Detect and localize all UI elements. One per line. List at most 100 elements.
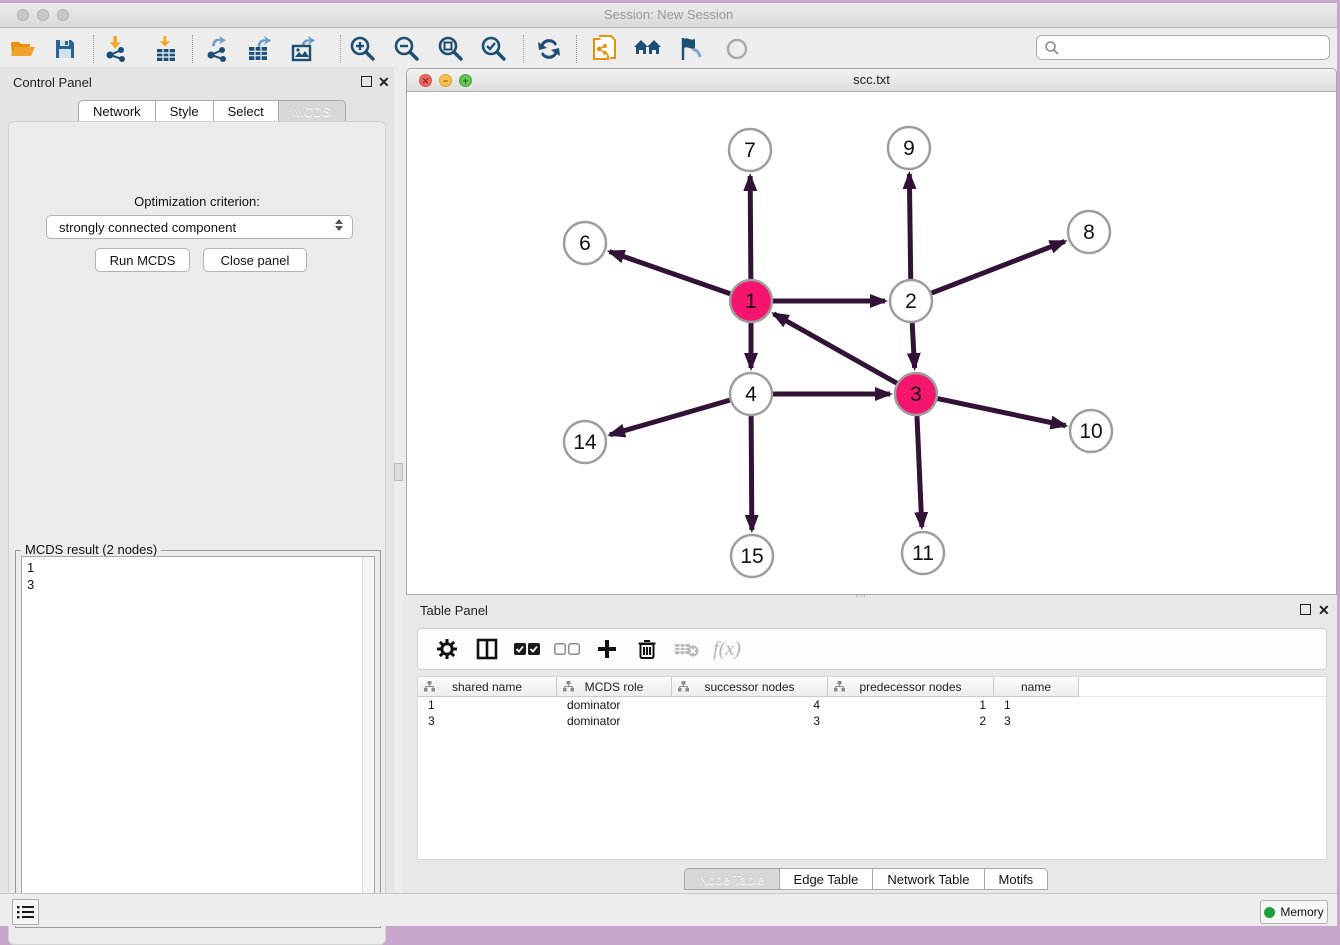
graph-node-15[interactable]: 15 (731, 535, 773, 577)
mcds-result-group: MCDS result (2 nodes) 13 (15, 550, 381, 928)
result-item[interactable]: 1 (27, 559, 374, 576)
run-mcds-button[interactable]: Run MCDS (95, 248, 190, 272)
graph-edge-2-9[interactable] (909, 174, 910, 279)
result-item[interactable]: 3 (27, 576, 374, 593)
table-settings-gear-icon[interactable] (434, 636, 460, 662)
graph-edge-3-1[interactable] (774, 314, 897, 383)
table-toolbar: f(x) (417, 628, 1327, 670)
graph-node-4[interactable]: 4 (730, 373, 772, 415)
table-cell[interactable]: 4 (672, 697, 828, 713)
table-close-icon[interactable]: ✕ (1318, 602, 1330, 619)
table-cell[interactable]: 1 (828, 697, 994, 713)
graph-edge-1-6[interactable] (610, 252, 731, 294)
tab-edge-table[interactable]: Edge Table (779, 868, 873, 890)
delete-column-icon[interactable] (634, 636, 660, 662)
export-table-icon[interactable] (246, 35, 276, 63)
tab-mcds[interactable]: MCDS (278, 100, 346, 122)
table-row[interactable]: 1dominator411 (418, 697, 1326, 713)
zoom-out-icon[interactable] (391, 35, 421, 63)
tab-network[interactable]: Network (78, 100, 155, 122)
zoom-selected-icon[interactable] (478, 35, 508, 63)
column-header-name[interactable]: name (994, 677, 1079, 697)
tree-column-icon (563, 681, 574, 692)
column-header-predecessor-nodes[interactable]: predecessor nodes (828, 677, 994, 697)
graph-node-7[interactable]: 7 (729, 129, 771, 171)
tab-motifs[interactable]: Motifs (984, 868, 1049, 890)
select-all-icon[interactable] (514, 636, 540, 662)
vertical-splitter-grip[interactable] (394, 463, 403, 481)
graph-node-10[interactable]: 10 (1070, 410, 1112, 452)
table-cell[interactable]: 2 (828, 713, 994, 729)
graph-edge-4-15[interactable] (751, 416, 752, 530)
export-network-icon[interactable] (203, 35, 233, 63)
graph-node-1[interactable]: 1 (730, 280, 772, 322)
control-panel: Control Panel ✕ NetworkStyleSelectMCDS O… (0, 67, 394, 893)
search-field[interactable] (1036, 35, 1330, 60)
control-panel-title: Control Panel (13, 75, 92, 90)
graph-edge-3-10[interactable] (938, 399, 1066, 426)
refresh-layout-icon[interactable] (534, 35, 564, 63)
open-session-icon[interactable] (8, 35, 38, 63)
result-scrollbar[interactable] (362, 557, 374, 921)
table-panel-title: Table Panel (420, 603, 488, 618)
table-row[interactable]: 3dominator323 (418, 713, 1326, 729)
table-cell[interactable]: dominator (557, 697, 672, 713)
graph-edge-4-14[interactable] (610, 400, 730, 435)
table-cell[interactable]: 3 (418, 713, 557, 729)
column-header-shared-name[interactable]: shared name (418, 677, 557, 697)
graph-node-9[interactable]: 9 (888, 127, 930, 169)
import-network-icon[interactable] (102, 35, 132, 63)
import-table-icon[interactable] (151, 35, 181, 63)
graph-node-14[interactable]: 14 (564, 421, 606, 463)
control-panel-tabs: NetworkStyleSelectMCDS (78, 100, 346, 122)
task-history-button[interactable] (12, 899, 39, 925)
column-header-MCDS-role[interactable]: MCDS role (557, 677, 672, 697)
table-cell[interactable]: 1 (994, 697, 1079, 713)
tab-network-table[interactable]: Network Table (872, 868, 983, 890)
network-graph[interactable]: 7 9 6 8 1 2 4 3 14 10 15 11 (407, 92, 1336, 594)
graph-node-6[interactable]: 6 (564, 222, 606, 264)
zoom-fit-icon[interactable] (435, 35, 465, 63)
optimization-dropdown[interactable]: strongly connected component (46, 215, 353, 239)
graph-node-11[interactable]: 11 (902, 532, 944, 574)
clone-network-icon[interactable] (590, 35, 620, 63)
graph-edge-2-3[interactable] (912, 323, 914, 368)
table-cell[interactable]: 3 (994, 713, 1079, 729)
graph-edge-2-8[interactable] (932, 241, 1065, 293)
network-window-titlebar[interactable]: ✕ − + scc.txt (407, 69, 1336, 92)
add-column-icon[interactable] (594, 636, 620, 662)
network-canvas[interactable]: 7 9 6 8 1 2 4 3 14 10 15 11 (407, 92, 1336, 594)
graph-edge-1-7[interactable] (750, 176, 751, 279)
float-panel-icon[interactable] (361, 76, 372, 87)
search-input[interactable] (1065, 40, 1329, 55)
column-header-successor-nodes[interactable]: successor nodes (672, 677, 828, 697)
deselect-all-icon[interactable] (554, 636, 580, 662)
tab-node-table[interactable]: Node Table (684, 868, 779, 890)
table-cell[interactable]: 3 (672, 713, 828, 729)
table-float-icon[interactable] (1300, 604, 1311, 615)
graph-node-3[interactable]: 3 (895, 373, 937, 415)
table-panel: Table Panel ✕ (403, 597, 1337, 893)
network-window-title: scc.txt (407, 72, 1336, 87)
save-session-icon[interactable] (50, 35, 80, 63)
tab-style[interactable]: Style (155, 100, 213, 122)
export-image-icon[interactable] (290, 35, 320, 63)
home-icon[interactable] (633, 35, 663, 63)
close-panel-icon[interactable]: ✕ (378, 74, 390, 91)
memory-button[interactable]: Memory (1260, 900, 1328, 924)
graph-node-2[interactable]: 2 (890, 280, 932, 322)
close-panel-button[interactable]: Close panel (203, 248, 307, 272)
svg-text:7: 7 (744, 139, 756, 162)
search-icon (1044, 40, 1060, 56)
tab-select[interactable]: Select (213, 100, 278, 122)
zoom-in-icon[interactable] (347, 35, 377, 63)
table-cell[interactable]: dominator (557, 713, 672, 729)
table-cell[interactable]: 1 (418, 697, 557, 713)
graph-edge-3-11[interactable] (917, 416, 922, 527)
mcds-result-title: MCDS result (2 nodes) (21, 542, 161, 557)
column-chooser-icon[interactable] (474, 636, 500, 662)
mcds-result-list[interactable]: 13 (21, 556, 375, 922)
graph-node-8[interactable]: 8 (1068, 211, 1110, 253)
svg-text:14: 14 (573, 431, 597, 454)
flag-annotation-icon[interactable] (676, 35, 706, 63)
